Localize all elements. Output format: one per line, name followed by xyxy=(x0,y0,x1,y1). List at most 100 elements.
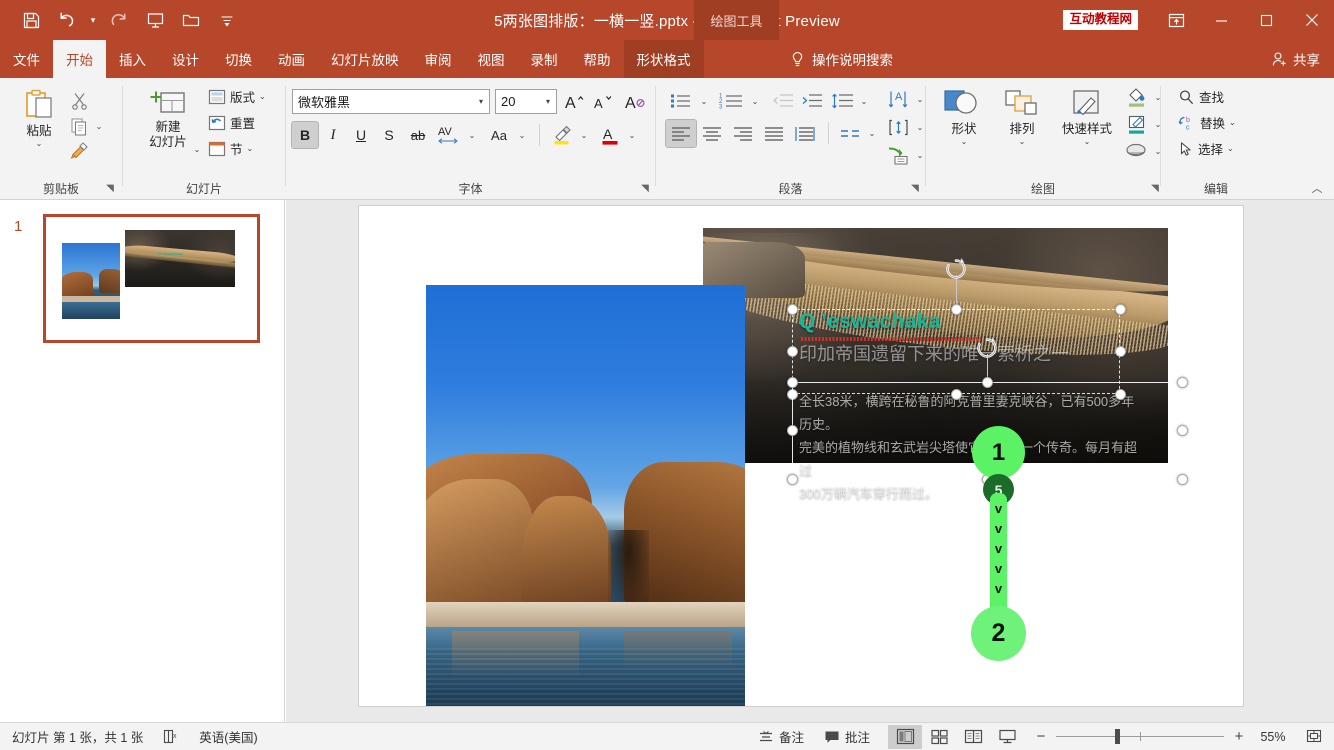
clear-formatting-button[interactable]: A xyxy=(622,88,649,114)
layout-dropdown-icon[interactable]: ⌄ xyxy=(259,92,266,101)
align-text-button[interactable] xyxy=(884,114,912,140)
decrease-indent-button[interactable] xyxy=(768,88,796,114)
customize-quick-access-toolbar-icon[interactable] xyxy=(210,4,244,36)
section-dropdown-icon[interactable]: ⌄ xyxy=(247,144,254,153)
cut-button[interactable] xyxy=(66,88,92,112)
resize-handle-ne[interactable] xyxy=(1114,303,1126,315)
select-dropdown-icon[interactable]: ⌄ xyxy=(1227,144,1234,153)
resize-handle-e[interactable] xyxy=(1176,424,1188,436)
character-spacing-dropdown-icon[interactable]: ⌄ xyxy=(465,122,479,148)
font-color-button[interactable]: A xyxy=(596,122,624,148)
paragraph-dialog-launcher[interactable]: ◥ xyxy=(908,182,922,196)
highlight-dropdown-icon[interactable]: ⌄ xyxy=(577,122,591,148)
resize-handle-n[interactable] xyxy=(981,376,993,388)
fit-to-window-icon[interactable] xyxy=(1296,723,1334,750)
increase-indent-button[interactable] xyxy=(797,88,825,114)
tab-animations[interactable]: 动画 xyxy=(265,40,318,78)
strikethrough-button[interactable]: ab xyxy=(404,122,432,148)
font-color-dropdown-icon[interactable]: ⌄ xyxy=(625,122,639,148)
font-family-input[interactable]: 微软雅黑 ▾ xyxy=(292,89,490,114)
arrange-button[interactable]: 排列 ⌄ xyxy=(994,86,1050,148)
minimize-icon[interactable] xyxy=(1199,0,1244,40)
share-button[interactable]: 共享 xyxy=(1271,40,1320,78)
convert-to-smartart-button[interactable] xyxy=(884,142,912,168)
paste-dropdown-icon[interactable]: ⌄ xyxy=(36,139,43,148)
title-text-box[interactable]: Q 'eswachaka 印加帝国遗留下来的唯一索桥之一 xyxy=(799,309,1139,371)
tab-insert[interactable]: 插入 xyxy=(106,40,159,78)
zoom-slider-thumb[interactable] xyxy=(1115,728,1120,744)
tab-transitions[interactable]: 切换 xyxy=(212,40,265,78)
tab-slideshow[interactable]: 幻灯片放映 xyxy=(318,40,412,78)
resize-handle-se[interactable] xyxy=(1176,473,1188,485)
clipboard-dialog-launcher[interactable]: ◥ xyxy=(103,182,117,196)
underline-button[interactable]: U xyxy=(348,122,374,148)
increase-font-size-button[interactable]: A xyxy=(561,88,587,114)
normal-view-button[interactable] xyxy=(888,724,922,749)
font-dialog-launcher[interactable]: ◥ xyxy=(638,182,652,196)
align-right-button[interactable] xyxy=(728,120,758,147)
body-text-box[interactable]: 全长38米，横跨在秘鲁的阿克普里妻克峡谷，已有500多年历史。 完美的植物线和玄… xyxy=(799,390,1147,505)
select-button[interactable]: 选择 ⌄ xyxy=(1175,138,1237,159)
tab-help[interactable]: 帮助 xyxy=(571,40,624,78)
resize-handle-n[interactable] xyxy=(950,303,962,315)
zoom-level-label[interactable]: 55% xyxy=(1250,723,1296,750)
shapes-dropdown-icon[interactable]: ⌄ xyxy=(961,137,968,146)
resize-handle-sw[interactable] xyxy=(786,388,798,400)
shape-outline-button[interactable] xyxy=(1124,111,1150,137)
tab-home[interactable]: 开始 xyxy=(53,40,106,78)
save-icon[interactable] xyxy=(14,4,48,36)
close-icon[interactable] xyxy=(1289,0,1334,40)
copy-button[interactable] xyxy=(66,114,92,138)
align-left-button[interactable] xyxy=(665,119,697,148)
undo-icon[interactable] xyxy=(50,4,84,36)
collapse-ribbon-button[interactable]: ︿ xyxy=(1308,179,1326,197)
italic-button[interactable]: I xyxy=(320,122,346,148)
text-direction-button[interactable]: A xyxy=(884,86,912,112)
decrease-font-size-button[interactable]: A xyxy=(589,88,615,114)
change-case-button[interactable]: Aa xyxy=(484,122,514,148)
shape-fill-button[interactable] xyxy=(1124,84,1150,110)
text-highlight-color-button[interactable] xyxy=(548,122,576,148)
resize-handle-se[interactable] xyxy=(1114,388,1126,400)
numbering-button[interactable]: 123 xyxy=(715,88,747,114)
zoom-slider[interactable] xyxy=(1052,725,1228,749)
character-spacing-button[interactable]: AV xyxy=(434,122,464,148)
resize-handle-sw[interactable] xyxy=(786,473,798,485)
tab-shape-format[interactable]: 形状格式 xyxy=(623,40,704,78)
ribbon-display-options-icon[interactable] xyxy=(1154,0,1199,40)
resize-handle-nw[interactable] xyxy=(786,303,798,315)
format-painter-button[interactable] xyxy=(66,138,92,162)
new-slide-dropdown-icon[interactable]: ⌄ xyxy=(190,140,204,158)
resize-handle-w[interactable] xyxy=(786,345,798,357)
line-spacing-button[interactable] xyxy=(828,88,856,114)
bold-button[interactable]: B xyxy=(291,121,319,149)
paste-button[interactable]: 粘贴 ⌄ xyxy=(12,86,66,150)
resize-handle-s[interactable] xyxy=(981,473,993,485)
tab-view[interactable]: 视图 xyxy=(465,40,518,78)
resize-handle-w[interactable] xyxy=(786,424,798,436)
resize-handle-e[interactable] xyxy=(1114,345,1126,357)
quick-styles-dropdown-icon[interactable]: ⌄ xyxy=(1084,137,1091,146)
justify-button[interactable] xyxy=(759,120,789,147)
slideshow-view-button[interactable] xyxy=(990,725,1024,749)
numbering-dropdown-icon[interactable]: ⌄ xyxy=(748,88,762,114)
section-button[interactable]: 节 ⌄ xyxy=(205,138,256,159)
quick-styles-button[interactable]: 快速样式 ⌄ xyxy=(1052,86,1122,148)
replace-button[interactable]: bc 替换 ⌄ xyxy=(1175,112,1239,133)
folder-icon[interactable] xyxy=(174,4,208,36)
layout-button[interactable]: 版式 ⌄ xyxy=(205,86,269,107)
slide-sorter-view-button[interactable] xyxy=(922,725,956,749)
shape-effects-button[interactable] xyxy=(1124,138,1150,164)
zoom-in-button[interactable]: + xyxy=(1228,728,1250,745)
slideshow-icon[interactable] xyxy=(138,4,172,36)
bullets-button[interactable] xyxy=(666,88,696,114)
tab-file[interactable]: 文件 xyxy=(0,40,53,78)
shapes-button[interactable]: 形状 ⌄ xyxy=(936,86,992,148)
tab-record[interactable]: 录制 xyxy=(518,40,571,78)
find-button[interactable]: 查找 xyxy=(1175,86,1227,107)
font-family-dropdown-icon[interactable]: ▾ xyxy=(473,90,489,113)
copy-dropdown-icon[interactable]: ⌄ xyxy=(92,114,106,138)
text-shadow-button[interactable]: S xyxy=(376,122,402,148)
font-size-input[interactable]: 20 ▾ xyxy=(495,89,557,114)
resize-handle-ne[interactable] xyxy=(1176,376,1188,388)
